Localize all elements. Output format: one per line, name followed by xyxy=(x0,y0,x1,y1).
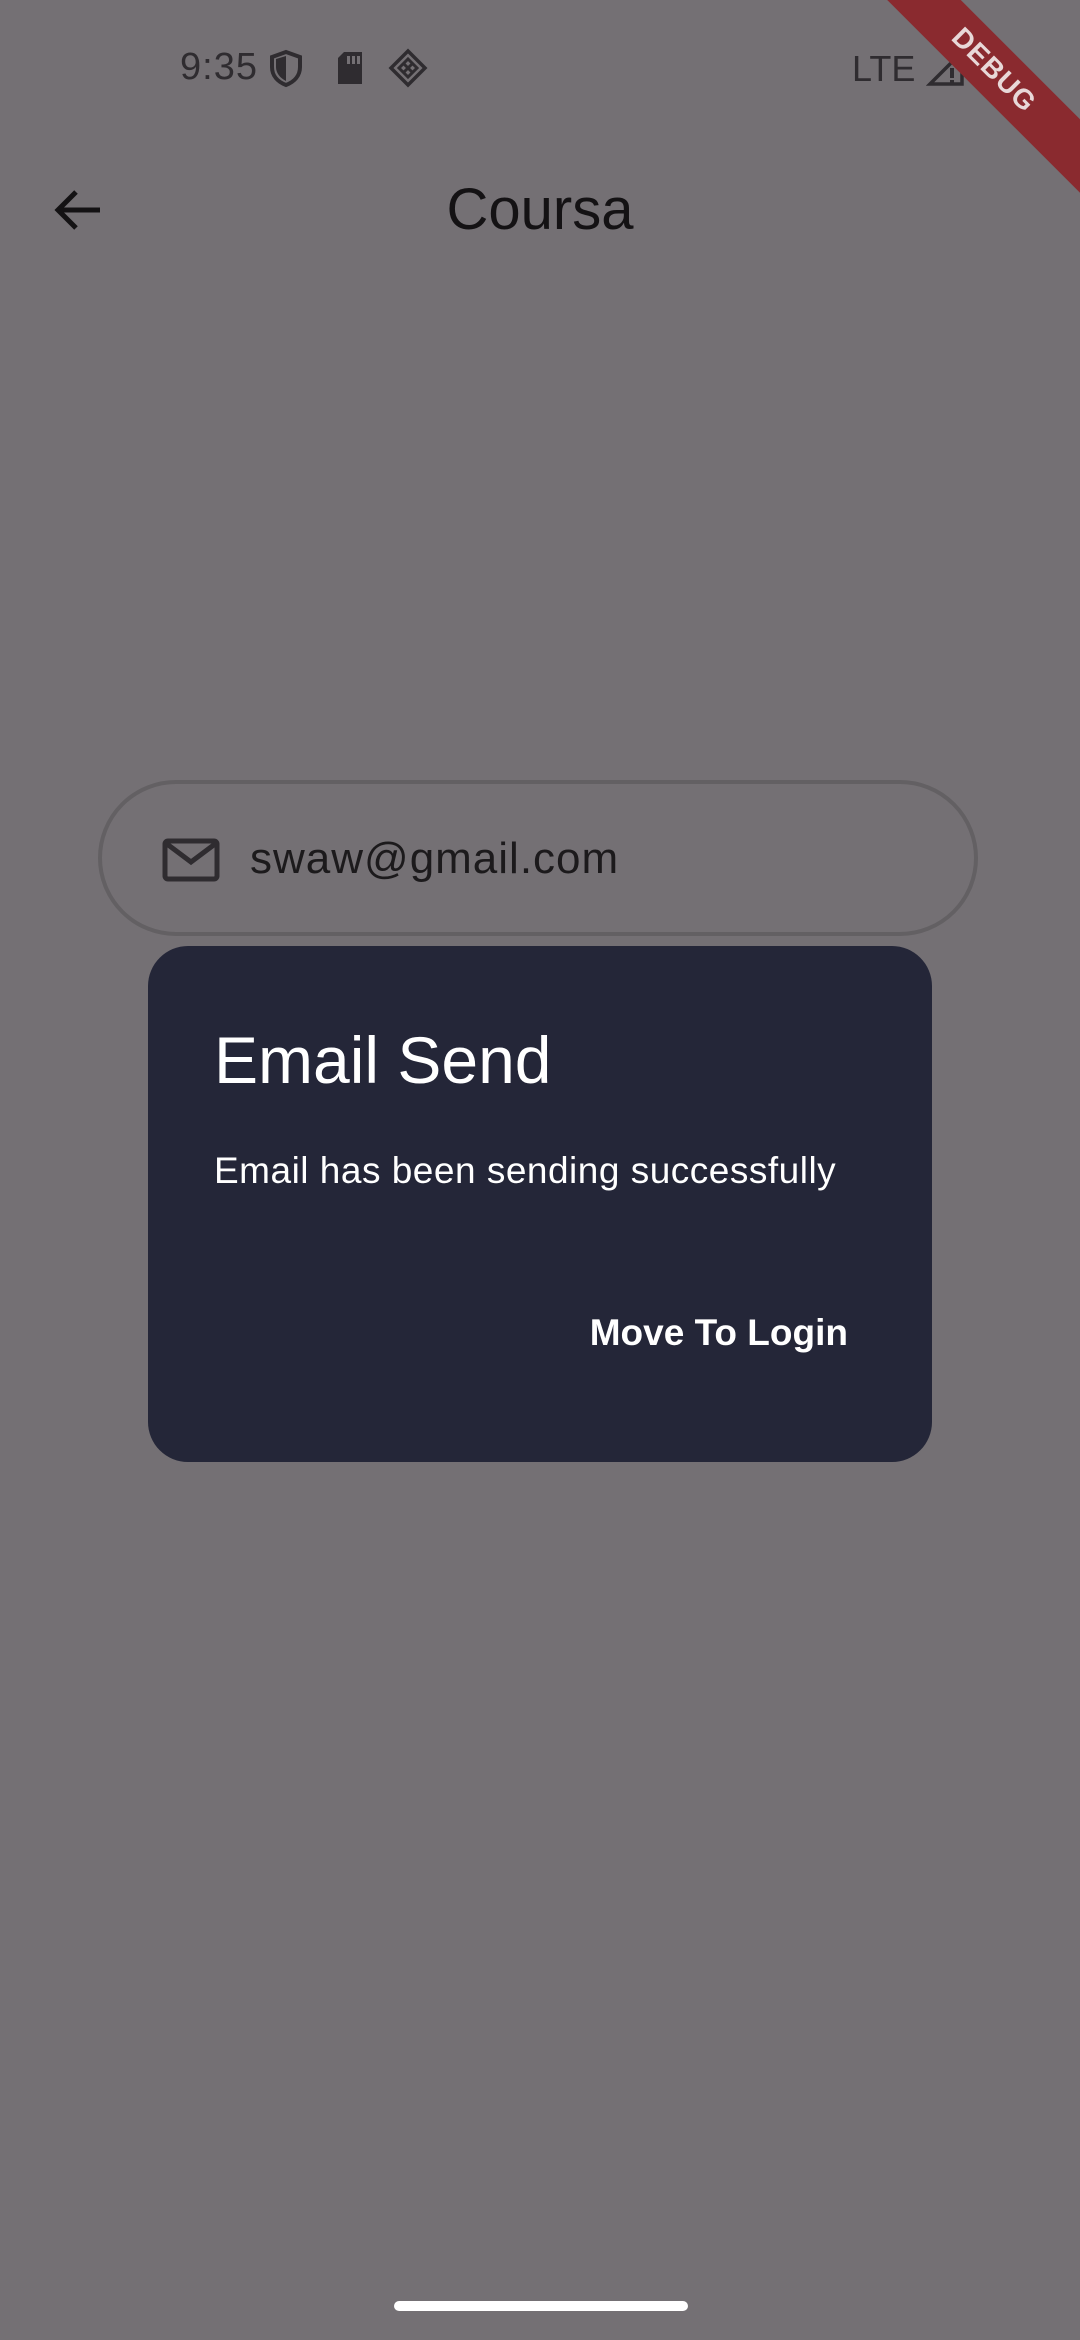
dialog-title: Email Send xyxy=(214,1023,552,1097)
shield-icon xyxy=(266,48,306,88)
diamond-grid-icon xyxy=(388,48,428,88)
mail-icon xyxy=(162,838,220,882)
page-title: Coursa xyxy=(446,177,634,242)
email-value: swaw@gmail.com xyxy=(250,834,620,883)
status-time: 9:35 xyxy=(180,46,258,88)
app-bar: Coursa xyxy=(0,150,1080,280)
home-indicator[interactable] xyxy=(394,2301,688,2311)
email-field[interactable]: swaw@gmail.com xyxy=(98,780,978,936)
sd-card-icon xyxy=(330,48,370,88)
dialog-message: Email has been sending successfully xyxy=(214,1150,837,1191)
email-sent-dialog: Email Send Email has been sending succes… xyxy=(148,946,932,1462)
move-to-login-button[interactable]: Move To Login xyxy=(586,1304,852,1362)
